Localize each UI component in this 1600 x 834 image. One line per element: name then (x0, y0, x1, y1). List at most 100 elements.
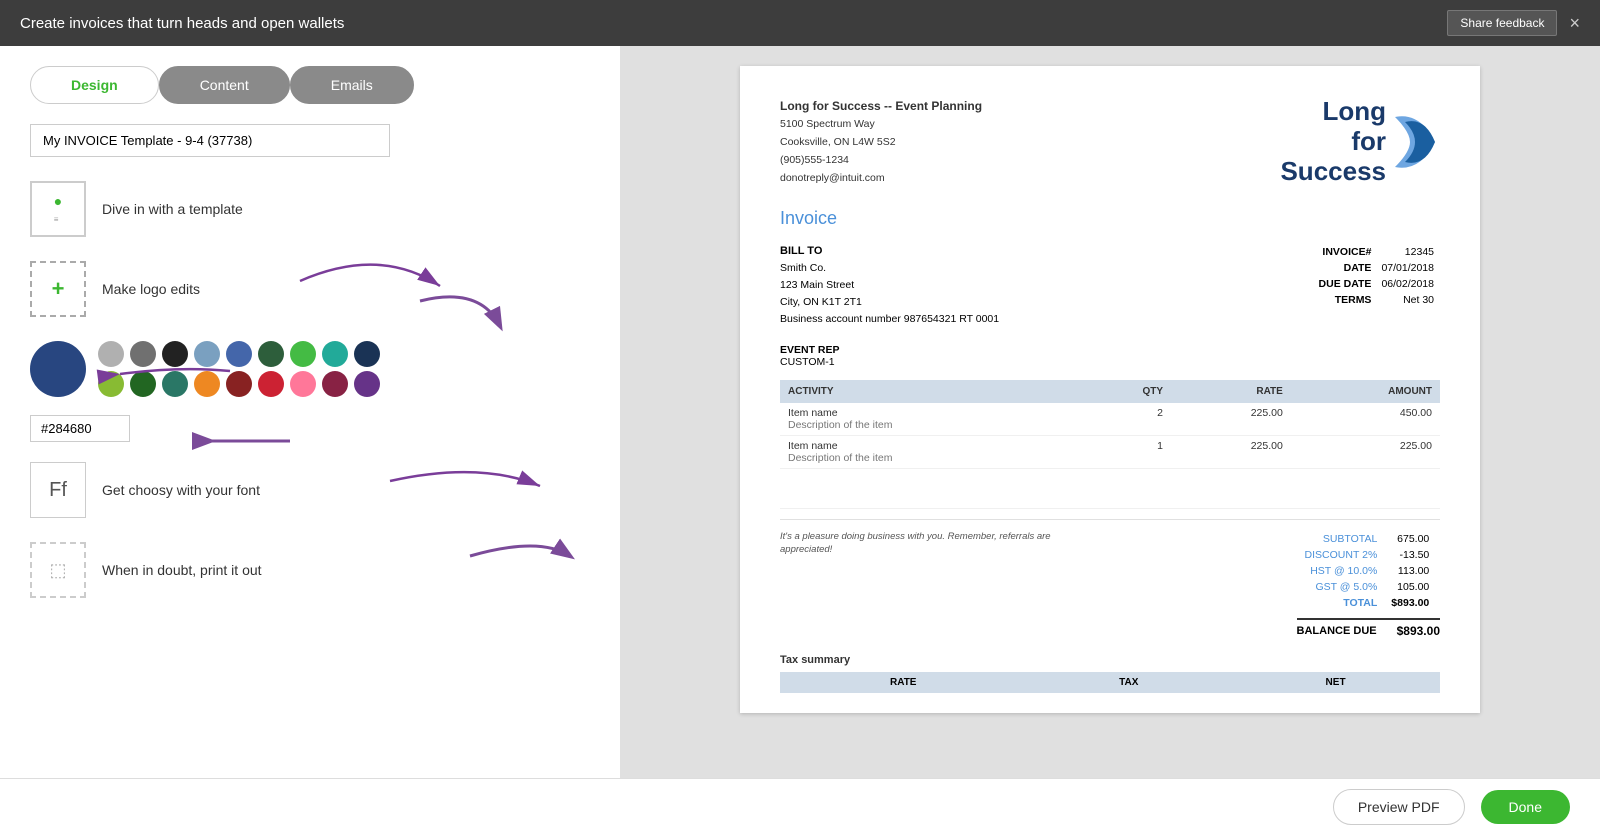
feature-print-label[interactable]: When in doubt, print it out (102, 562, 262, 578)
font-icon-box[interactable]: Ff (30, 462, 86, 518)
color-swatch[interactable] (98, 341, 124, 367)
logo-icon-box[interactable]: + (30, 261, 86, 317)
feature-template: ●≡ Dive in with a template (30, 181, 590, 237)
tax-col-rate: RATE (780, 672, 1027, 693)
line-items-table: ACTIVITY QTY RATE AMOUNT Item name Descr… (780, 380, 1440, 509)
feature-template-label[interactable]: Dive in with a template (102, 201, 243, 217)
terms-value: Net 30 (1377, 293, 1438, 307)
line-item: Item name Description of the item 1 225.… (780, 435, 1440, 468)
feature-font-label[interactable]: Get choosy with your font (102, 482, 260, 498)
tab-emails[interactable]: Emails (290, 66, 414, 104)
color-swatch[interactable] (130, 371, 156, 397)
company-name: Long for Success -- Event Planning (780, 96, 982, 116)
color-picker-row (30, 341, 590, 397)
invoice-number-value: 12345 (1377, 245, 1438, 259)
feature-print: ⬚ When in doubt, print it out (30, 542, 590, 598)
item-qty-2: 1 (1080, 435, 1171, 468)
item-name-2: Item name Description of the item (780, 435, 1080, 468)
date-value: 07/01/2018 (1377, 261, 1438, 275)
tax-summary-label: Tax summary (780, 654, 1440, 666)
balance-due-value: $893.00 (1397, 624, 1440, 638)
color-swatch[interactable] (226, 371, 252, 397)
color-swatch[interactable] (290, 341, 316, 367)
color-hex-input[interactable] (30, 415, 130, 442)
total-value: $893.00 (1385, 596, 1435, 610)
bottom-footer: Preview PDF Done (0, 778, 1600, 834)
discount-value: -13.50 (1385, 548, 1435, 562)
main-container: Design Content Emails ●≡ Dive in with a … (0, 46, 1600, 778)
template-icon: ●≡ (54, 193, 62, 225)
feature-logo-label[interactable]: Make logo edits (102, 281, 200, 297)
color-swatch[interactable] (354, 371, 380, 397)
template-icon-box: ●≡ (30, 181, 86, 237)
tab-content[interactable]: Content (159, 66, 290, 104)
color-swatch[interactable] (226, 341, 252, 367)
tab-design[interactable]: Design (30, 66, 159, 104)
color-swatch[interactable] (194, 371, 220, 397)
address-line2: Cooksville, ON L4W 5S2 (780, 134, 982, 152)
color-swatch[interactable] (194, 341, 220, 367)
balance-due-label: BALANCE DUE (1297, 625, 1377, 637)
color-swatch[interactable] (290, 371, 316, 397)
bill-to-account: Business account number 987654321 RT 000… (780, 311, 999, 328)
bill-to-label: BILL TO (780, 243, 999, 261)
item-amount-2: 225.00 (1291, 435, 1440, 468)
color-swatch[interactable] (322, 371, 348, 397)
col-qty: QTY (1080, 380, 1171, 403)
col-rate: RATE (1171, 380, 1291, 403)
col-amount: AMOUNT (1291, 380, 1440, 403)
subtotal-label: SUBTOTAL (1299, 532, 1384, 546)
invoice-preview: Long for Success -- Event Planning 5100 … (740, 66, 1480, 713)
company-logo: Long for Success (1280, 96, 1440, 188)
color-swatch[interactable] (98, 371, 124, 397)
preview-pdf-button[interactable]: Preview PDF (1333, 789, 1465, 825)
done-button[interactable]: Done (1481, 790, 1570, 824)
item-amount-1: 450.00 (1291, 403, 1440, 436)
print-icon-box[interactable]: ⬚ (30, 542, 86, 598)
item-rate-2: 225.00 (1171, 435, 1291, 468)
font-icon: Ff (49, 479, 67, 502)
due-date-label: DUE DATE (1315, 277, 1376, 291)
color-swatch[interactable] (258, 371, 284, 397)
color-swatch[interactable] (322, 341, 348, 367)
tax-table: RATE TAX NET (780, 672, 1440, 693)
discount-label: DISCOUNT 2% (1299, 548, 1384, 562)
color-swatch[interactable] (258, 341, 284, 367)
invoice-note: It's a pleasure doing business with you.… (780, 530, 1060, 638)
date-label: DATE (1315, 261, 1376, 275)
logo-plus-icon: + (52, 276, 65, 302)
tax-col-net: NET (1231, 672, 1440, 693)
item-name-1: Item name Description of the item (780, 403, 1080, 436)
gst-value: 105.00 (1385, 580, 1435, 594)
item-rate-1: 225.00 (1171, 403, 1291, 436)
bill-to-address2: City, ON K1T 2T1 (780, 294, 999, 311)
template-name-input[interactable] (30, 124, 390, 157)
selected-color-circle[interactable] (30, 341, 86, 397)
invoice-header: Long for Success -- Event Planning 5100 … (780, 96, 1440, 188)
billing-section: BILL TO Smith Co. 123 Main Street City, … (780, 243, 1440, 328)
color-swatch[interactable] (162, 341, 188, 367)
color-swatch[interactable] (354, 341, 380, 367)
header-right: Share feedback × (1447, 10, 1580, 36)
gst-label: GST @ 5.0% (1299, 580, 1384, 594)
share-feedback-button[interactable]: Share feedback (1447, 10, 1557, 36)
email: donotreply@intuit.com (780, 170, 982, 188)
close-icon[interactable]: × (1569, 13, 1580, 34)
line-item: Item name Description of the item 2 225.… (780, 403, 1440, 436)
phone: (905)555-1234 (780, 152, 982, 170)
header-title: Create invoices that turn heads and open… (20, 15, 344, 32)
invoice-title: Invoice (780, 208, 1440, 229)
color-swatches-grid (98, 341, 382, 397)
address-line1: 5100 Spectrum Way (780, 116, 982, 134)
logo-container: Long for Success (1280, 97, 1440, 187)
total-label: TOTAL (1299, 596, 1384, 610)
invoice-details-right: INVOICE# 12345 DATE 07/01/2018 DUE DATE … (1313, 243, 1440, 328)
color-swatch[interactable] (130, 341, 156, 367)
bill-to-name: Smith Co. (780, 260, 999, 277)
bill-to: BILL TO Smith Co. 123 Main Street City, … (780, 243, 999, 328)
color-section (30, 341, 590, 442)
feature-logo: + Make logo edits (30, 261, 590, 317)
subtotal-value: 675.00 (1385, 532, 1435, 546)
color-swatch[interactable] (162, 371, 188, 397)
hst-label: HST @ 10.0% (1299, 564, 1384, 578)
